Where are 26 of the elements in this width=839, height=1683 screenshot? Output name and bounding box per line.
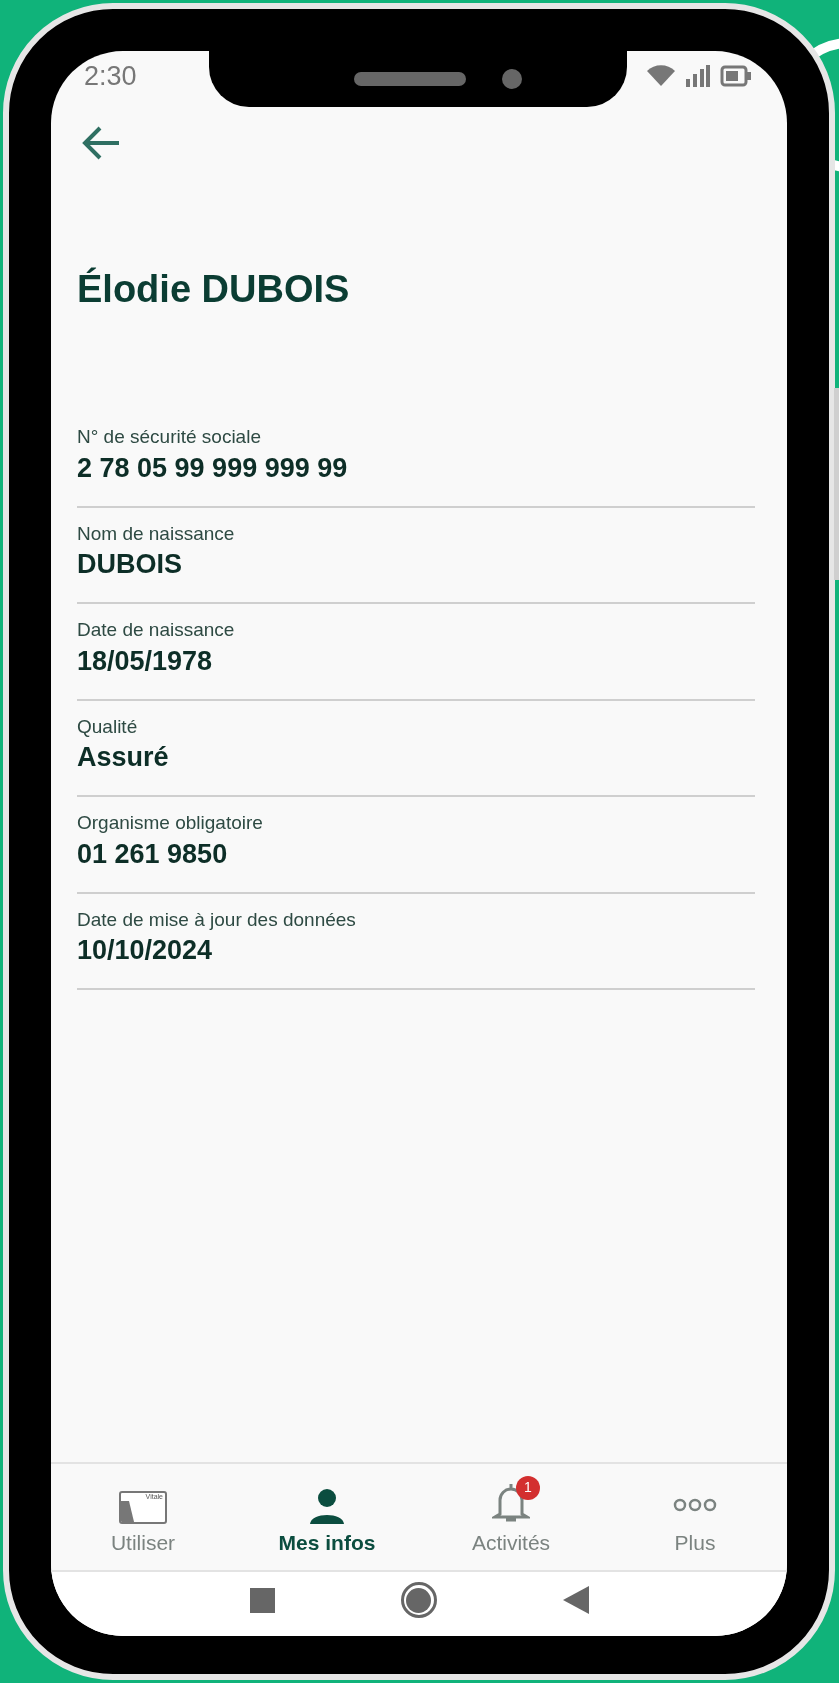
recents-button[interactable] — [249, 1587, 275, 1613]
nav-tab[interactable]: 1 Activités — [419, 1464, 603, 1570]
home-button[interactable] — [400, 1582, 437, 1618]
battery-icon — [720, 65, 752, 87]
field-value: 10/10/2024 — [77, 934, 214, 968]
notification-badge: 1 — [516, 1475, 540, 1500]
person-icon — [309, 1487, 345, 1524]
field-label: Date de mise à jour des données — [77, 907, 357, 932]
nav-tab[interactable]: Mes infos — [235, 1464, 419, 1570]
field-value: 2 78 05 99 999 999 99 — [77, 451, 349, 485]
field-value: Assuré — [77, 741, 170, 775]
back-triangle-icon[interactable] — [562, 1586, 589, 1614]
wifi-icon — [646, 64, 676, 88]
field-value: DUBOIS — [77, 548, 183, 582]
field-value: 18/05/1978 — [77, 644, 214, 678]
field-value: 01 261 9850 — [77, 837, 229, 871]
nav-tab[interactable]: Plus — [603, 1464, 787, 1570]
field-label: N° de sécurité sociale — [77, 425, 262, 449]
more-icon — [673, 1497, 717, 1512]
field-label: Qualité — [77, 714, 139, 739]
field-label: Organisme obligatoire — [77, 811, 264, 835]
signal-icon — [686, 65, 710, 87]
field-label: Date de naissance — [77, 618, 236, 642]
status-time: 2:30 — [84, 62, 137, 90]
field-label: Nom de naissance — [77, 521, 236, 546]
bell-icon — [492, 1481, 530, 1524]
